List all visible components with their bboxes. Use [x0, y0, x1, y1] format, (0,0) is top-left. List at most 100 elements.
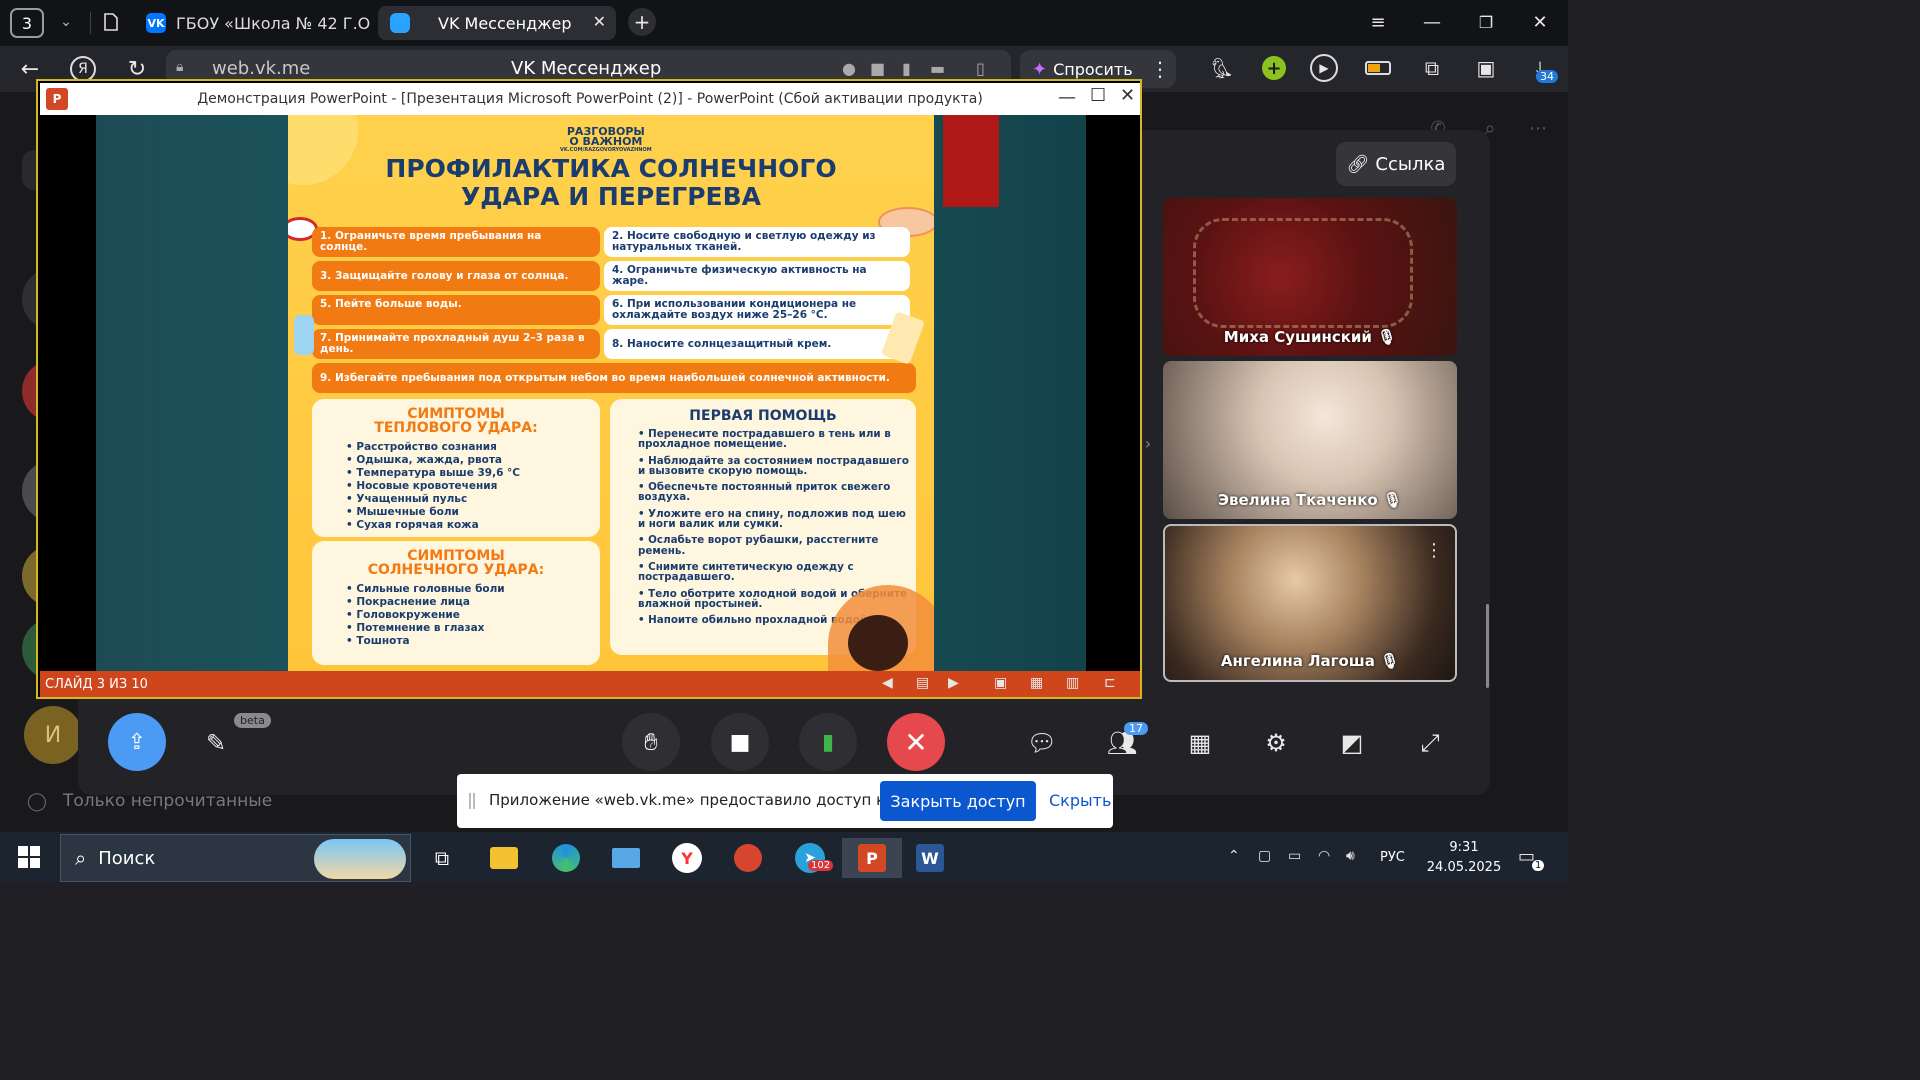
hand-icon: ✋︎	[644, 728, 658, 756]
clock[interactable]: 9:31 24.05.2025	[1424, 838, 1504, 878]
sun-stroke-title: СИМПТОМЫ СОЛНЕЧНОГО УДАРА:	[367, 548, 545, 578]
battery-saver-icon[interactable]	[1365, 61, 1391, 75]
search-icon: ⌕	[75, 846, 87, 870]
chevron-down-icon[interactable]: ⌄	[56, 12, 76, 32]
page-title: VK Мессенджер	[511, 58, 662, 79]
slide-decoration	[943, 115, 999, 207]
extension-pirate-icon[interactable]: 🦜︎	[1208, 54, 1236, 82]
ppt-status-bar: СЛАЙД 3 ИЗ 10 ◀ ▤ ▶ ▣ ▦ ▥ ⊏	[40, 671, 1140, 697]
camera-icon[interactable]: ■	[870, 59, 885, 78]
tab-school[interactable]: VK ГБОУ «Школа № 42 Г.О. Г	[134, 6, 370, 40]
ppt-close-icon[interactable]: ✕	[1120, 85, 1135, 106]
normal-view-icon[interactable]: ▣	[994, 675, 1007, 691]
yandex-browser-icon[interactable]: Y	[665, 838, 709, 878]
drag-handle-icon[interactable]	[469, 793, 475, 809]
participant-tile[interactable]: Эвелина Ткаченко 🎙︎	[1163, 361, 1457, 519]
first-aid-title: ПЕРВАЯ ПОМОЩЬ	[689, 408, 837, 424]
wifi-icon[interactable]: ◠	[1318, 848, 1330, 864]
chat-icon[interactable]: 💬︎	[1024, 725, 1060, 761]
window-share-icon[interactable]: ▬	[930, 59, 945, 78]
copy-link-button[interactable]: 🔗︎ Ссылка	[1336, 142, 1456, 186]
tab-vk-messenger[interactable]: VK Мессенджер ✕	[378, 6, 616, 40]
camera-button[interactable]: ■	[711, 713, 769, 771]
list-item: Покраснение лица	[346, 596, 600, 609]
computer-icon[interactable]	[604, 838, 648, 878]
document-icon[interactable]	[100, 10, 122, 34]
tab-count-button[interactable]: 3	[10, 8, 44, 38]
volume-icon[interactable]: 🔊︎	[1346, 848, 1355, 864]
location-icon[interactable]: ●	[842, 59, 856, 78]
close-tab-icon[interactable]: ✕	[593, 12, 606, 31]
tiles-scrollbar[interactable]	[1486, 604, 1489, 688]
restore-icon[interactable]: ❐	[1474, 10, 1498, 34]
stop-sharing-button[interactable]: Закрыть доступ	[880, 781, 1036, 821]
prev-slide-icon[interactable]: ◀	[882, 675, 893, 691]
list-item: Снимите синтетическую одежду с пострадав…	[638, 562, 916, 583]
mic-icon[interactable]: ▮	[902, 59, 911, 78]
task-view-icon[interactable]: ⧉	[420, 838, 464, 878]
picture-in-picture-icon[interactable]: ◩	[1334, 725, 1370, 761]
chat-avatar[interactable]: И	[24, 706, 82, 764]
reading-view-icon[interactable]: ▥	[1066, 675, 1079, 691]
raise-hand-button[interactable]: ✋︎	[622, 713, 680, 771]
powerpoint-taskbar-icon[interactable]: P	[842, 838, 902, 878]
list-item: Головокружение	[346, 609, 600, 622]
slide-sorter-icon[interactable]: ▦	[1030, 675, 1043, 691]
minimize-icon[interactable]: —	[1420, 10, 1444, 34]
participant-tile-active[interactable]: ⋮ Ангелина Лагоша 🎙︎	[1163, 524, 1457, 682]
battery-icon[interactable]: ▭	[1288, 848, 1301, 864]
slideshow-icon[interactable]: ⊏	[1104, 675, 1116, 691]
taskbar-search-box[interactable]: ⌕ Поиск	[60, 834, 411, 882]
bookmark-icon[interactable]: ▯	[976, 59, 985, 78]
heat-stroke-title: СИМПТОМЫ ТЕПЛОВОГО УДАРА:	[374, 406, 538, 436]
collections-icon[interactable]: ⧉	[1418, 54, 1446, 82]
filter-chat-icon[interactable]: ◯	[26, 790, 48, 812]
slide-title: ПРОФИЛАКТИКА СОЛНЕЧНОГО УДАРА И ПЕРЕГРЕВ…	[385, 154, 837, 211]
app-icon[interactable]	[726, 838, 770, 878]
next-slide-icon[interactable]: ▶	[948, 675, 959, 691]
powerpoint-icon: P	[46, 88, 68, 110]
tip-8: 8. Наносите солнцезащитный крем.	[604, 329, 910, 359]
chevron-up-icon[interactable]: ⌃	[1228, 848, 1240, 864]
extension-plus-icon[interactable]: +	[1262, 56, 1286, 80]
share-screen-button[interactable]: ⇪	[108, 713, 166, 771]
end-call-button[interactable]: ✕	[887, 713, 945, 771]
notes-icon[interactable]: ▤	[916, 675, 929, 691]
list-item: Носовые кровотечения	[346, 480, 600, 493]
file-explorer-icon[interactable]	[482, 838, 526, 878]
windows-start-icon[interactable]	[18, 846, 40, 868]
list-item: Уложите его на спину, подложив под шею и…	[638, 509, 916, 530]
ppt-window-title: Демонстрация PowerPoint - [Презентация M…	[197, 91, 983, 107]
fullscreen-icon[interactable]: ⤢	[1412, 725, 1448, 761]
more-vertical-icon[interactable]: ⋮	[1425, 540, 1443, 561]
search-placeholder: Поиск	[98, 847, 156, 869]
device-icon[interactable]: ▢	[1258, 848, 1271, 864]
edge-icon[interactable]	[544, 838, 588, 878]
participant-tile[interactable]: Миха Сушинский 🎙︎	[1163, 198, 1457, 356]
ppt-minimize-icon[interactable]: —	[1058, 87, 1076, 108]
media-play-icon[interactable]: ▶	[1310, 54, 1338, 82]
slide-counter: СЛАЙД 3 ИЗ 10	[45, 676, 148, 692]
word-icon[interactable]: W	[908, 838, 952, 878]
slide-poster: РАЗГОВОРЫ О ВАЖНОМ VK.COM/RAZGOVORYOVAZH…	[288, 115, 934, 671]
list-item: Расстройство сознания	[346, 441, 600, 454]
hide-button[interactable]: Скрыть	[1049, 791, 1111, 810]
profile-icon[interactable]: ▣	[1472, 54, 1500, 82]
banner-text: Приложение «web.vk.me» предоставило дост…	[489, 791, 932, 809]
participant-name: Ангелина Лагоша 🎙︎	[1220, 652, 1400, 670]
chevron-right-icon[interactable]: ›	[1140, 432, 1156, 454]
new-tab-button[interactable]: +	[628, 8, 656, 36]
menu-icon[interactable]: ≡	[1366, 10, 1390, 34]
language-indicator[interactable]: РУС	[1380, 850, 1405, 865]
more-vertical-icon[interactable]: ⋮	[1150, 56, 1170, 82]
more-horizontal-icon[interactable]: ⋯	[1526, 116, 1550, 140]
camera-icon: ■	[729, 729, 751, 755]
ppt-maximize-icon[interactable]: ☐	[1090, 85, 1106, 106]
grid-layout-icon[interactable]: ▦	[1182, 725, 1218, 761]
close-window-icon[interactable]: ✕	[1528, 10, 1552, 34]
whiteboard-icon[interactable]: ✎	[198, 725, 234, 761]
telegram-icon[interactable]: ➤	[788, 838, 832, 878]
microphone-button[interactable]: ▮	[799, 713, 857, 771]
settings-gear-icon[interactable]: ⚙︎	[1258, 725, 1294, 761]
sun-stroke-list: Сильные головные боли Покраснение лица Г…	[312, 583, 600, 648]
